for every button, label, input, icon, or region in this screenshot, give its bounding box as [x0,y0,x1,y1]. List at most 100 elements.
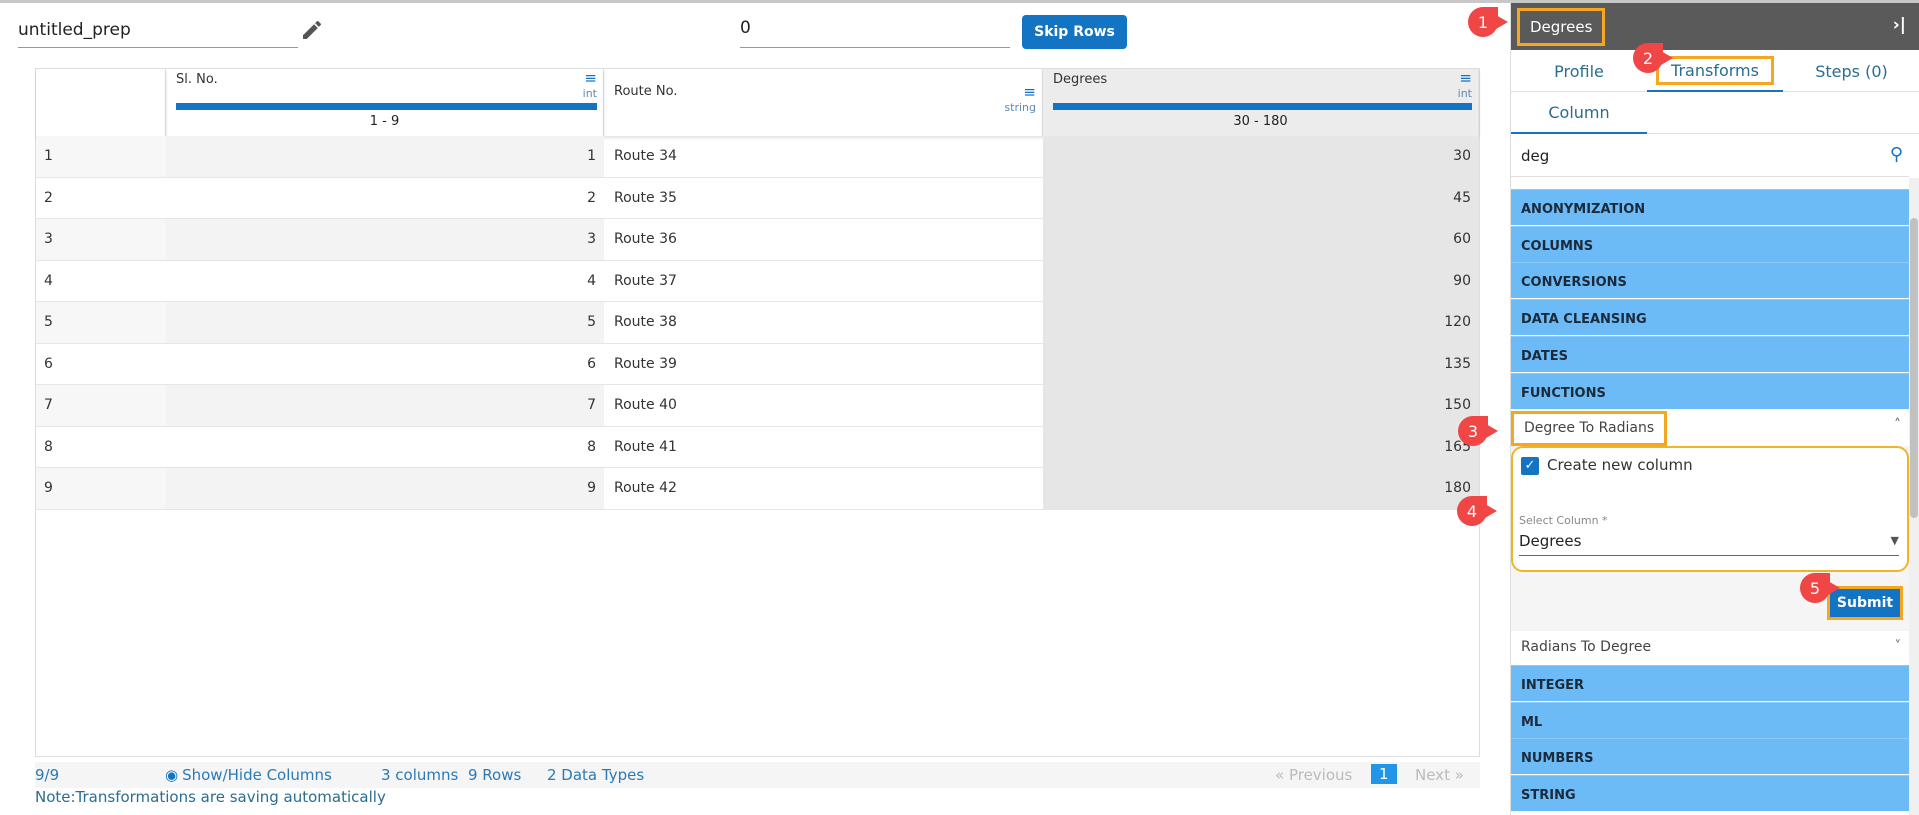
table-row[interactable]: 3 3 Route 36 60 [36,219,1479,261]
callout-3: 3 [1458,416,1498,446]
column-type: int [1457,87,1472,100]
tab-steps[interactable]: Steps (0) [1783,50,1919,92]
panel-scrollbar[interactable] [1909,178,1919,815]
column-menu-icon[interactable]: ≡ [1023,85,1036,100]
eye-icon: ◉ [165,766,179,784]
row-index: 2 [44,189,53,206]
column-name: Degrees [1053,72,1108,87]
panel-tabs: Profile Transforms Steps (0) [1511,50,1919,92]
category-columns[interactable]: COLUMNS [1511,225,1909,262]
cell-sl-no: 3 [166,219,604,260]
skip-rows-button[interactable]: Skip Rows [1022,15,1127,49]
chevron-down-icon[interactable]: ˅ [1895,639,1902,654]
create-new-column-checkbox[interactable]: ✓ [1521,457,1539,475]
callout-5: 5 [1800,573,1840,603]
category-string[interactable]: STRING [1511,775,1909,812]
previous-page-button[interactable]: « Previous [1275,766,1352,784]
show-hide-columns-button[interactable]: ◉ Show/Hide Columns [165,766,332,784]
column-count: 3 columns [381,766,459,784]
scrollbar-thumb[interactable] [1910,218,1918,518]
category-conversions[interactable]: CONVERSIONS [1511,262,1909,299]
category-numbers[interactable]: NUMBERS [1511,738,1909,775]
select-column-dropdown[interactable]: Degrees ▼ [1519,528,1899,556]
column-menu-icon[interactable]: ≡ [1459,71,1472,86]
row-index: 7 [36,385,166,426]
column-menu-icon[interactable]: ≡ [584,71,597,86]
transform-search-input[interactable]: deg ⚲ [1511,137,1909,177]
row-index: 4 [44,272,53,289]
cell-sl-no: 9 [166,468,604,509]
table-row[interactable]: 4 4 Route 37 90 [36,260,1479,302]
selected-column-title: Degrees [1517,8,1606,46]
category-integer[interactable]: INTEGER [1511,665,1909,701]
index-header [36,69,166,136]
cell-degrees: 90 [1043,260,1479,301]
category-functions[interactable]: FUNCTIONS [1511,372,1909,409]
dropdown-arrow-icon: ▼ [1890,534,1899,547]
collapse-panel-icon[interactable]: ›| [1893,15,1906,35]
grid-footer: 9/9 ◉ Show/Hide Columns 3 columns 9 Rows … [35,762,1480,788]
distribution-bar [1053,103,1472,110]
cell-degrees: 150 [1043,385,1479,426]
column-header-route-no[interactable]: Route No. ≡ string [604,69,1043,136]
table-row[interactable]: 1 1 Route 34 30 [36,136,1479,178]
page-1-button[interactable]: 1 [1371,764,1397,784]
column-name: Sl. No. [176,72,218,87]
cell-route-no: Route 41 [614,438,677,455]
column-header-degrees[interactable]: Degrees ≡ int 30 - 180 [1043,69,1479,136]
row-index: 9 [36,468,166,509]
skip-rows-input[interactable]: 0 [740,16,1010,48]
category-dates[interactable]: DATES [1511,335,1909,372]
table-row[interactable]: 7 7 Route 40 150 [36,385,1479,427]
next-page-button[interactable]: Next » [1415,766,1464,784]
form-fields: ✓ Create new column Select Column * Degr… [1511,446,1909,572]
cell-route-no: Route 36 [614,231,677,248]
cell-route-no: Route 34 [614,148,677,165]
degree-to-radians-header[interactable]: Degree To Radians [1511,411,1668,446]
cell-sl-no: 2 [587,189,596,206]
table-row[interactable]: 5 5 Route 38 120 [36,302,1479,344]
cell-degrees: 60 [1043,219,1479,260]
rows-count: 9 Rows [468,766,522,784]
table-row[interactable]: 8 8 Route 41 165 [36,426,1479,468]
search-icon[interactable]: ⚲ [1890,144,1903,165]
show-hide-label: Show/Hide Columns [182,766,332,784]
column-header-sl-no[interactable]: Sl. No. ≡ int 1 - 9 [166,69,604,136]
cell-route-no: Route 39 [614,355,677,372]
tab-transforms-label: Transforms [1656,55,1774,85]
cell-degrees: 30 [1043,136,1479,177]
callout-2: 2 [1633,43,1673,73]
cell-sl-no: 6 [587,355,596,372]
select-column-label: Select Column * [1519,514,1608,527]
table-row[interactable]: 2 2 Route 35 45 [36,177,1479,219]
subtab-column[interactable]: Column [1511,92,1647,134]
tab-profile[interactable]: Profile [1511,50,1647,92]
column-range: 1 - 9 [369,114,400,129]
row-count: 9/9 [35,766,60,784]
column-name: Route No. [614,84,678,99]
cell-degrees: 180 [1043,468,1479,509]
category-anonymization[interactable]: ANONYMIZATION [1511,189,1909,225]
cell-sl-no: 4 [587,272,596,289]
category-data-cleansing[interactable]: DATA CLEANSING [1511,299,1909,336]
column-type: string [1004,101,1036,114]
search-value: deg [1521,147,1550,165]
prep-title-input[interactable]: untitled_prep [18,16,298,48]
row-index: 6 [44,355,53,372]
cell-route-no: Route 40 [614,397,677,414]
radians-to-degree-header[interactable]: Radians To Degree [1511,631,1909,666]
cell-sl-no: 7 [166,385,604,426]
chevron-up-icon[interactable]: ˄ [1894,417,1901,433]
pencil-edit-icon[interactable] [300,18,324,42]
cell-degrees: 45 [1043,177,1479,218]
category-ml[interactable]: ML [1511,701,1909,738]
cell-route-no: Route 35 [614,189,677,206]
data-grid: Sl. No. ≡ int 1 - 9 Route No. ≡ string D… [35,68,1480,757]
autosave-note: Note:Transformations are saving automati… [35,788,386,806]
table-row[interactable]: 9 9 Route 42 180 [36,468,1479,510]
table-row[interactable]: 6 6 Route 39 135 [36,343,1479,385]
data-types-count: 2 Data Types [547,766,645,784]
cell-degrees: 120 [1043,302,1479,343]
cell-degrees: 165 [1043,426,1479,467]
row-index: 8 [44,438,53,455]
